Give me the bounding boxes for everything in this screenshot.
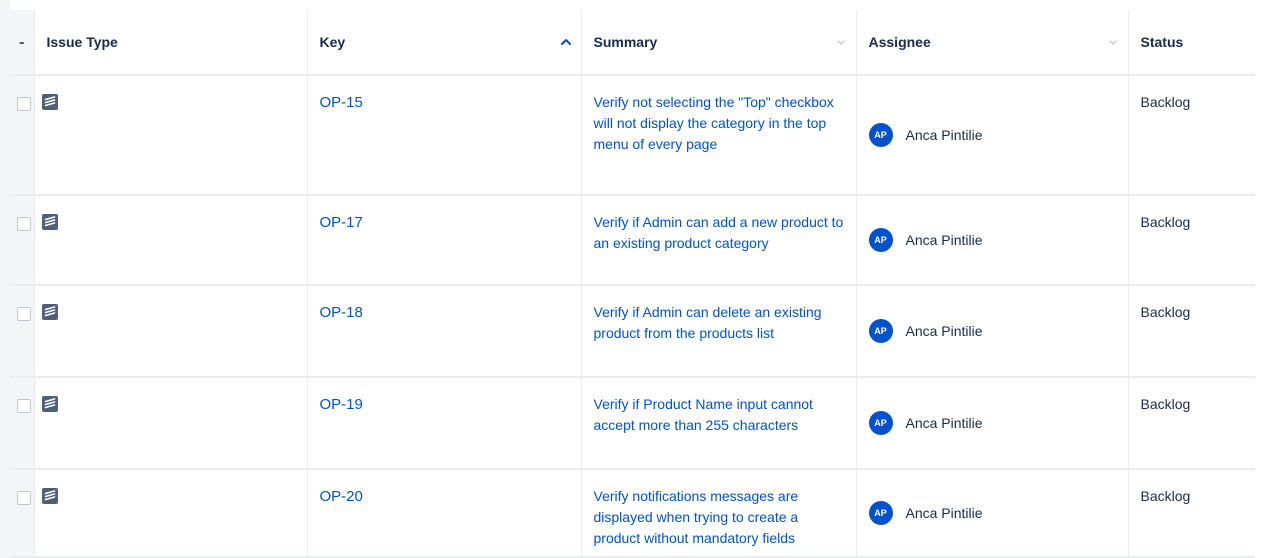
table-row[interactable]: OP-17 Verify if Admin can add a new prod…: [10, 195, 1255, 285]
test-issue-icon: [41, 94, 58, 110]
avatar: AP: [868, 319, 893, 343]
column-header-key[interactable]: Key: [306, 10, 581, 76]
test-issue-icon: [41, 488, 58, 504]
row-checkbox[interactable]: [17, 97, 31, 111]
status-text[interactable]: Backlog: [1141, 302, 1256, 323]
column-header-summary[interactable]: Summary: [580, 10, 856, 76]
column-header-issue-type[interactable]: Issue Type: [33, 10, 307, 76]
issue-table: - Issue Type Key Summary Assignee Status…: [10, 10, 1255, 558]
avatar: AP: [868, 228, 893, 252]
chevron-down-icon[interactable]: [834, 35, 848, 49]
column-header-label: Status: [1140, 33, 1184, 50]
test-issue-icon: [41, 214, 58, 230]
issue-summary-link[interactable]: Verify if Admin can add a new product to…: [594, 212, 846, 254]
column-header-label: Key: [319, 33, 346, 50]
table-row[interactable]: OP-20 Verify notifications messages are …: [10, 469, 1255, 557]
row-checkbox[interactable]: [17, 491, 31, 505]
issue-key-link[interactable]: OP-15: [320, 92, 363, 113]
assignee-name: Anca Pintilie: [905, 126, 983, 143]
issue-summary-link[interactable]: Verify notifications messages are displa…: [594, 486, 846, 549]
assignee-cell[interactable]: AP Anca Pintilie: [857, 123, 1128, 147]
issue-key-link[interactable]: OP-20: [320, 486, 363, 507]
table-row[interactable]: OP-18 Verify if Admin can delete an exis…: [10, 285, 1255, 377]
assignee-cell[interactable]: AP Anca Pintilie: [857, 411, 1128, 435]
test-issue-icon: [41, 396, 58, 412]
issue-summary-link[interactable]: Verify if Product Name input cannot acce…: [594, 394, 846, 436]
issue-key-link[interactable]: OP-18: [320, 302, 363, 323]
assignee-cell[interactable]: AP Anca Pintilie: [857, 501, 1128, 525]
select-all-toggle[interactable]: -: [19, 32, 24, 53]
status-text[interactable]: Backlog: [1141, 394, 1256, 415]
issue-summary-link[interactable]: Verify not selecting the "Top" checkbox …: [594, 92, 846, 155]
chevron-down-icon[interactable]: [1106, 35, 1120, 49]
column-header-label: Summary: [593, 33, 658, 50]
row-checkbox[interactable]: [17, 399, 31, 413]
assignee-name: Anca Pintilie: [905, 504, 983, 521]
issue-table-view: - Issue Type Key Summary Assignee Status…: [0, 0, 1268, 558]
left-gutter: [0, 0, 10, 558]
status-text[interactable]: Backlog: [1141, 212, 1256, 233]
table-row[interactable]: OP-19 Verify if Product Name input canno…: [10, 377, 1255, 469]
chevron-up-icon[interactable]: [559, 35, 573, 49]
table-header-row: - Issue Type Key Summary Assignee Status: [10, 10, 1255, 76]
assignee-cell[interactable]: AP Anca Pintilie: [857, 319, 1128, 343]
column-header-label: Issue Type: [46, 33, 118, 50]
assignee-name: Anca Pintilie: [905, 322, 983, 339]
table-row[interactable]: OP-15 Verify not selecting the "Top" che…: [10, 75, 1255, 195]
column-header-assignee[interactable]: Assignee: [855, 10, 1128, 76]
status-text[interactable]: Backlog: [1141, 92, 1256, 113]
avatar: AP: [868, 411, 893, 435]
issue-key-link[interactable]: OP-17: [320, 212, 363, 233]
issue-summary-link[interactable]: Verify if Admin can delete an existing p…: [594, 302, 846, 344]
column-header-label: Assignee: [868, 33, 931, 50]
select-all-header[interactable]: -: [10, 10, 34, 76]
test-issue-icon: [41, 304, 58, 320]
assignee-cell[interactable]: AP Anca Pintilie: [857, 228, 1128, 252]
issue-key-link[interactable]: OP-19: [320, 394, 363, 415]
row-checkbox[interactable]: [17, 217, 31, 231]
row-checkbox[interactable]: [17, 307, 31, 321]
assignee-name: Anca Pintilie: [905, 231, 983, 248]
assignee-name: Anca Pintilie: [905, 414, 983, 431]
avatar: AP: [868, 123, 893, 147]
column-header-status[interactable]: Status: [1127, 10, 1255, 76]
avatar: AP: [868, 501, 893, 525]
status-text[interactable]: Backlog: [1141, 486, 1256, 507]
